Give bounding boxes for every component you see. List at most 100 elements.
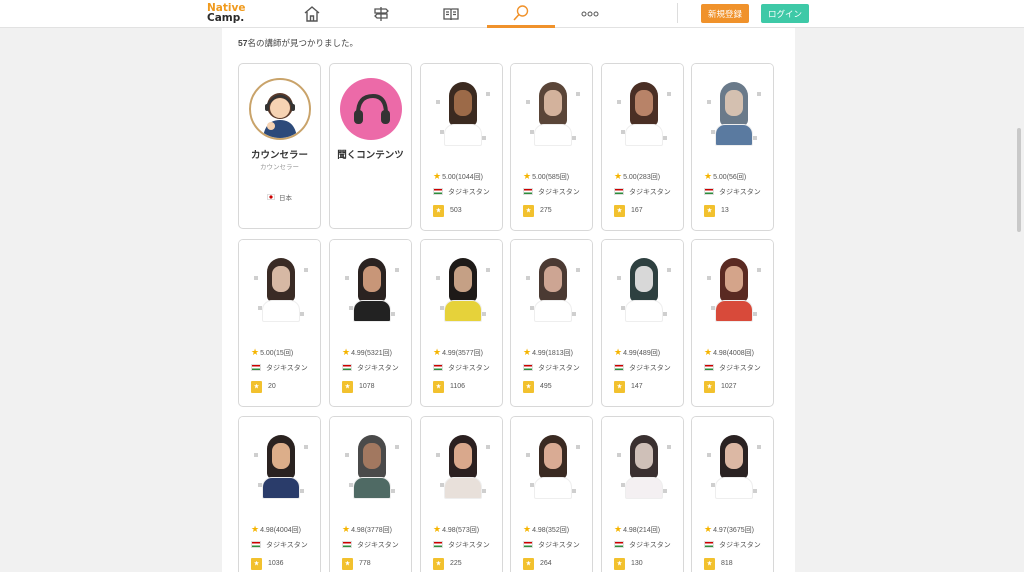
teacher-card[interactable]: ★ 5.00(1044回) タジキスタン 503 — [420, 63, 503, 231]
teacher-favorites: 225 — [450, 560, 462, 567]
favorite-bookmark-icon — [614, 557, 625, 570]
teacher-card[interactable]: ★ 4.99(5321回) タジキスタン 1078 — [329, 239, 412, 407]
teacher-favorites: 503 — [450, 207, 462, 214]
teacher-rating: 4.98(4004回) — [260, 526, 301, 534]
teacher-photo — [692, 417, 773, 517]
counselor-avatar — [249, 78, 311, 140]
teacher-photo — [602, 64, 683, 164]
teacher-rating-row: ★ 5.00(585回) — [523, 169, 591, 184]
tajikistan-flag-icon — [433, 188, 443, 195]
listening-title: 聞くコンテンツ — [337, 150, 404, 161]
star-icon: ★ — [251, 347, 260, 357]
teacher-card[interactable]: ★ 4.98(352回) タジキスタン 264 — [510, 416, 593, 572]
counselor-title: カウンセラー — [250, 150, 308, 161]
teacher-favorites-row: 13 — [704, 203, 772, 218]
teacher-photo — [330, 240, 411, 340]
listening-content-card[interactable]: 聞くコンテンツ — [329, 63, 412, 229]
teacher-info: ★ 5.00(283回) タジキスタン 167 — [614, 169, 682, 218]
star-icon: ★ — [342, 347, 351, 357]
teacher-rating-row: ★ 5.00(283回) — [614, 169, 682, 184]
star-icon: ★ — [704, 347, 713, 357]
star-icon: ★ — [704, 171, 713, 181]
teacher-favorites: 147 — [631, 383, 643, 390]
teacher-portrait — [706, 80, 761, 148]
teacher-country-row: タジキスタン — [433, 360, 501, 375]
favorite-bookmark-icon — [433, 380, 444, 393]
logo-line2: Camp. — [207, 12, 245, 24]
teacher-card[interactable]: ★ 4.98(4004回) タジキスタン 1036 — [238, 416, 321, 572]
teacher-card[interactable]: ★ 5.00(585回) タジキスタン 275 — [510, 63, 593, 231]
star-icon: ★ — [523, 171, 532, 181]
teacher-photo — [421, 417, 502, 517]
teacher-card[interactable]: ★ 4.99(3577回) タジキスタン 1106 — [420, 239, 503, 407]
teacher-rating-row: ★ 4.98(4004回) — [251, 522, 319, 537]
page-scrollbar[interactable] — [1017, 128, 1021, 232]
teacher-portrait — [344, 433, 399, 501]
favorite-bookmark-icon — [433, 557, 444, 570]
teacher-card[interactable]: ★ 4.98(3778回) タジキスタン 778 — [329, 416, 412, 572]
teacher-card[interactable]: ★ 5.00(283回) タジキスタン 167 — [601, 63, 684, 231]
teacher-favorites-row: 264 — [523, 556, 591, 571]
teacher-card[interactable]: ★ 4.98(573回) タジキスタン 225 — [420, 416, 503, 572]
teacher-card[interactable]: ★ 5.00(56回) タジキスタン 13 — [691, 63, 774, 231]
favorite-bookmark-icon — [704, 204, 715, 217]
teacher-portrait — [525, 256, 580, 324]
teacher-card[interactable]: ★ 4.97(3675回) タジキスタン 818 — [691, 416, 774, 572]
tajikistan-flag-icon — [523, 188, 533, 195]
home-icon — [304, 6, 320, 22]
teacher-favorites: 130 — [631, 560, 643, 567]
star-icon: ★ — [523, 524, 532, 534]
teacher-portrait — [435, 256, 490, 324]
teacher-card[interactable]: ★ 4.99(1813回) タジキスタン 495 — [510, 239, 593, 407]
teacher-photo — [602, 417, 683, 517]
teacher-country: タジキスタン — [448, 541, 490, 549]
teacher-country-row: タジキスタン — [614, 360, 682, 375]
teacher-rating: 4.98(4008回) — [713, 349, 754, 357]
search-icon — [513, 4, 529, 21]
teacher-rating: 5.00(283回) — [623, 173, 661, 181]
favorite-bookmark-icon — [704, 557, 715, 570]
nav-more[interactable] — [556, 0, 624, 28]
teacher-card[interactable]: ★ 4.98(4008回) タジキスタン 1027 — [691, 239, 774, 407]
teacher-rating: 5.00(56回) — [713, 173, 747, 181]
result-count-suffix: 名の講師が見つかりました。 — [247, 38, 358, 48]
teacher-info: ★ 4.99(5321回) タジキスタン 1078 — [342, 345, 410, 394]
teacher-card[interactable]: ★ 5.00(15回) タジキスタン 20 — [238, 239, 321, 407]
teacher-favorites: 1078 — [359, 383, 375, 390]
teacher-portrait — [344, 256, 399, 324]
counselor-card[interactable]: カウンセラー カウンセラー 日本 — [238, 63, 321, 229]
nav-textbooks[interactable] — [417, 0, 485, 28]
favorite-bookmark-icon — [523, 380, 534, 393]
teacher-portrait — [435, 80, 490, 148]
teacher-country: タジキスタン — [357, 541, 399, 549]
teacher-favorites-row: 275 — [523, 203, 591, 218]
login-button[interactable]: ログイン — [761, 4, 809, 23]
teacher-favorites: 275 — [540, 207, 552, 214]
teacher-country: タジキスタン — [266, 541, 308, 549]
native-camp-logo[interactable]: Native Camp. — [207, 3, 245, 24]
teacher-favorites-row: 225 — [433, 556, 501, 571]
teacher-photo — [239, 417, 320, 517]
register-button[interactable]: 新規登録 — [701, 4, 749, 23]
tajikistan-flag-icon — [342, 541, 352, 548]
teacher-country: タジキスタン — [448, 364, 490, 372]
teacher-portrait — [616, 80, 671, 148]
teacher-country-row: タジキスタン — [704, 360, 772, 375]
teacher-country: タジキスタン — [629, 188, 671, 196]
star-icon: ★ — [433, 347, 442, 357]
teacher-rating-row: ★ 5.00(1044回) — [433, 169, 501, 184]
teacher-card[interactable]: ★ 4.98(214回) タジキスタン 130 — [601, 416, 684, 572]
favorite-bookmark-icon — [614, 380, 625, 393]
teacher-portrait — [253, 433, 308, 501]
nav-home[interactable] — [278, 0, 346, 28]
teacher-info: ★ 4.97(3675回) タジキスタン 818 — [704, 522, 772, 571]
teacher-card[interactable]: ★ 4.99(489回) タジキスタン 147 — [601, 239, 684, 407]
teacher-photo — [511, 417, 592, 517]
teacher-rating: 4.98(352回) — [532, 526, 570, 534]
teacher-photo — [239, 240, 320, 340]
nav-search[interactable] — [487, 0, 555, 28]
nav-courses[interactable] — [347, 0, 415, 28]
tajikistan-flag-icon — [342, 364, 352, 371]
counselor-subtitle: カウンセラー — [260, 164, 299, 171]
favorite-bookmark-icon — [251, 557, 262, 570]
